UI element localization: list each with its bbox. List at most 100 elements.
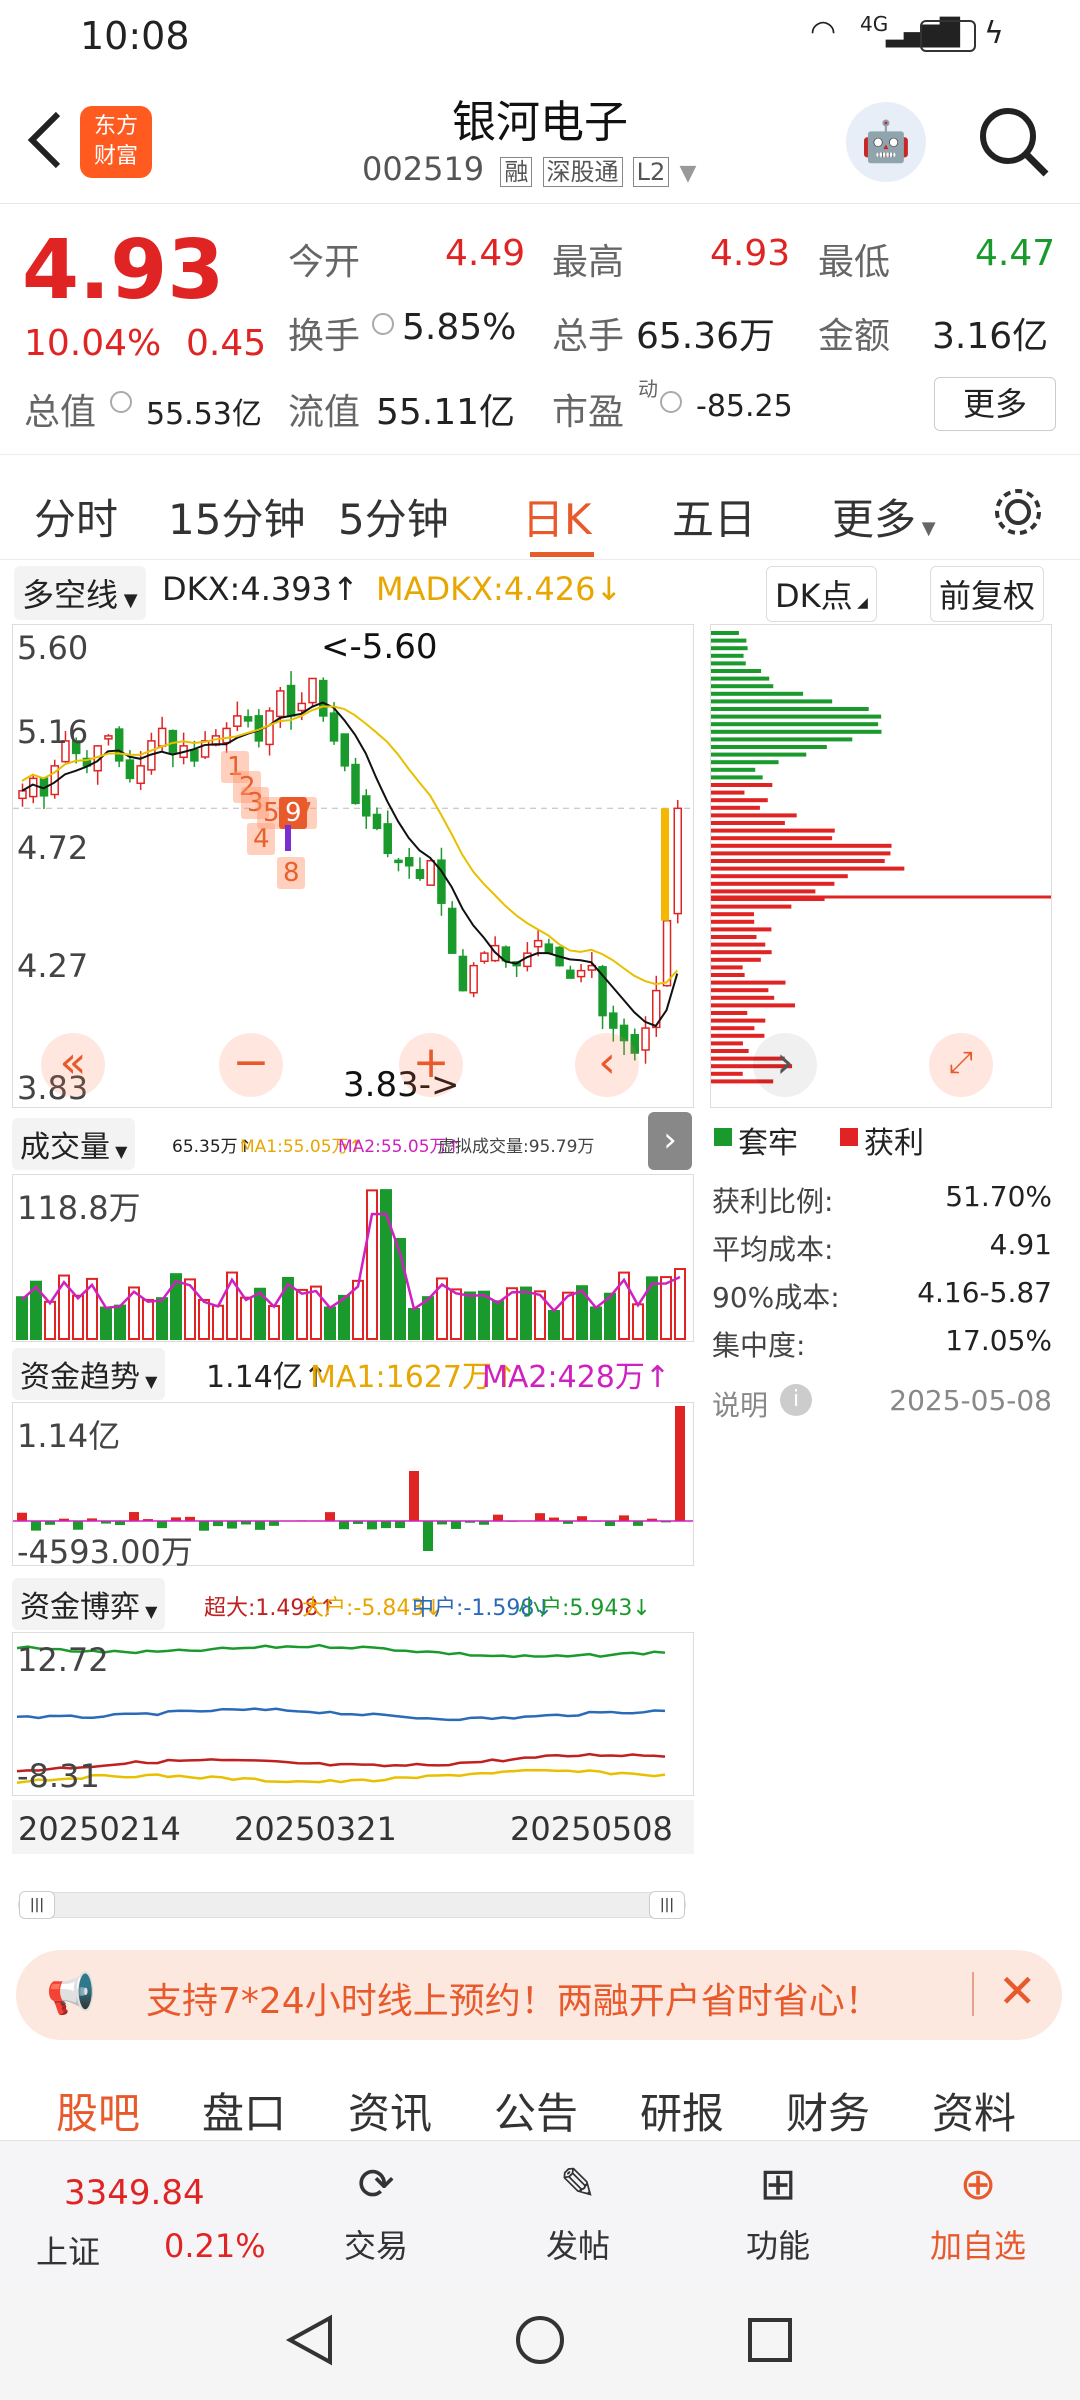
candle-body [641,1027,650,1051]
candle-body [233,715,242,727]
candle-body [28,777,38,798]
info-icon[interactable]: i [780,1384,812,1416]
nav-functions[interactable]: ⊞ 功能 [708,2159,848,2267]
candle-body [265,710,274,746]
range-scrollbar[interactable]: ||| ||| [18,1891,686,1919]
scroll-left-fast-icon[interactable]: « [41,1033,105,1097]
candle-body [372,813,382,830]
more-button[interactable]: 更多 [934,377,1056,431]
range-handle-right[interactable]: ||| [649,1891,685,1919]
stock-code-row[interactable]: 002519 融 深股通 L2 ▼ [362,150,696,188]
tab-five-day[interactable]: 五日 [672,486,756,547]
game-line [16,1768,666,1785]
chip-bar [711,1018,766,1023]
index-value[interactable]: 3349.84 [64,2173,205,2213]
index-name[interactable]: 上证 [36,2227,100,2273]
candle-body [383,823,392,855]
chip-bar [711,950,772,955]
expand-indicators-icon[interactable]: › [648,1112,692,1170]
adjust-button[interactable]: 前复权 [930,566,1045,622]
candle-body [351,763,360,805]
kline-chart[interactable]: 123456789 5.60 5.16 4.72 4.27 3.83 <-5.6… [12,624,694,1108]
settings-gear-icon[interactable] [990,484,1046,540]
note-label[interactable]: 说明 [712,1384,768,1424]
candle-body [609,1012,618,1029]
info-icon[interactable] [660,391,682,413]
expand-right-icon[interactable]: › [753,1033,817,1097]
game-ybot: -8.31 [17,1757,100,1795]
volume-bar [338,1294,350,1340]
candle-body [297,702,307,712]
mcap-value: 55.53亿 [146,397,262,432]
chip-bar [711,866,905,871]
tab-timeshare[interactable]: 分时 [34,486,118,547]
fund-trend-dropdown[interactable]: 资金趋势 ▼ [12,1348,166,1400]
chip-distribution-chart[interactable]: › ⤢ [710,624,1052,1108]
tab-5min[interactable]: 5分钟 [338,486,449,547]
volume-bar [44,1300,56,1340]
nav-recent-icon[interactable] [742,2312,798,2368]
banner-text: 支持7*24小时线上预约！两融开户省时省心！ [146,1981,881,2022]
pe-sup: 动 [638,377,658,401]
tab-guba[interactable]: 股吧 [56,2080,140,2141]
chip-bar [711,1003,796,1008]
tab-profile[interactable]: 资料 [932,2080,1016,2141]
active-tab-indicator [530,552,594,557]
tab-pankou[interactable]: 盘口 [202,2080,286,2141]
fund-trend-chart[interactable]: 1.14亿 -4593.00万 [12,1402,694,1571]
pe-label: 市盈 [552,392,625,433]
zoom-out-icon[interactable]: − [219,1033,283,1097]
chip-bar [711,631,739,635]
nav-home-icon[interactable] [512,2312,568,2368]
volume-bar [366,1189,378,1340]
volume-bar [492,1300,504,1340]
range-handle-left[interactable]: ||| [19,1891,55,1919]
info-icon[interactable] [110,391,132,413]
tab-more[interactable]: 更多 ▼ [832,486,936,547]
scroll-left-icon[interactable]: ‹ [575,1033,639,1097]
nav-back-icon[interactable] [282,2312,338,2368]
candle-body [200,740,210,758]
concentration-value: 17.05% [945,1324,1052,1357]
volume-bar [450,1288,462,1340]
tab-15min[interactable]: 15分钟 [168,486,305,547]
fullscreen-icon[interactable]: ⤢ [929,1033,993,1097]
nav-trade[interactable]: ⟳ 交易 [306,2159,446,2267]
volume-bar [114,1304,126,1341]
info-icon[interactable] [372,313,394,335]
promo-banner[interactable]: 📢 支持7*24小时线上预约！两融开户省时省心！ ✕ [16,1950,1062,2040]
volume-bar [296,1288,308,1341]
system-nav-bar [0,2280,1080,2400]
candle-body [469,964,478,994]
fund-ybot: -4593.00万 [17,1533,193,1571]
volume-ytop: 118.8万 [17,1189,141,1227]
volume-bar [16,1296,28,1341]
nav-add-watch[interactable]: ⊕ 加自选 [908,2159,1048,2267]
fund-bar [255,1521,265,1530]
tab-daily-k[interactable]: 日K [522,486,592,547]
nav-functions-label: 功能 [745,2227,810,2265]
chip-bar [711,676,770,681]
zoom-in-icon[interactable]: + [399,1033,463,1097]
search-icon[interactable] [976,104,1050,178]
volume-dropdown[interactable]: 成交量 ▼ [12,1118,136,1170]
battery-icon: 35 [920,20,976,52]
candle-body [125,759,135,780]
indicator-dropdown[interactable]: 多空线 ▼ [14,566,146,620]
volume-bar [478,1290,490,1341]
low-value: 4.47 [975,233,1056,274]
fund-game-chart[interactable]: 12.72 -8.31 [12,1632,694,1796]
robot-assistant-icon[interactable]: 🤖 [846,102,926,182]
tab-finance[interactable]: 财务 [786,2080,870,2141]
dk-point-button[interactable]: DK点 ◢ [766,566,877,622]
volume-chart[interactable]: 118.8万 [12,1174,694,1342]
candle-body [276,690,285,718]
game-line [16,1752,666,1773]
nav-post[interactable]: ✎ 发帖 [508,2159,648,2267]
tab-news[interactable]: 资讯 [348,2080,432,2141]
tab-notice[interactable]: 公告 [494,2080,578,2141]
close-icon[interactable]: ✕ [998,1964,1037,2018]
dropdown-icon: ▼ [679,161,697,186]
fund-game-dropdown[interactable]: 资金博弈 ▼ [12,1578,166,1630]
tab-research[interactable]: 研报 [640,2080,724,2141]
